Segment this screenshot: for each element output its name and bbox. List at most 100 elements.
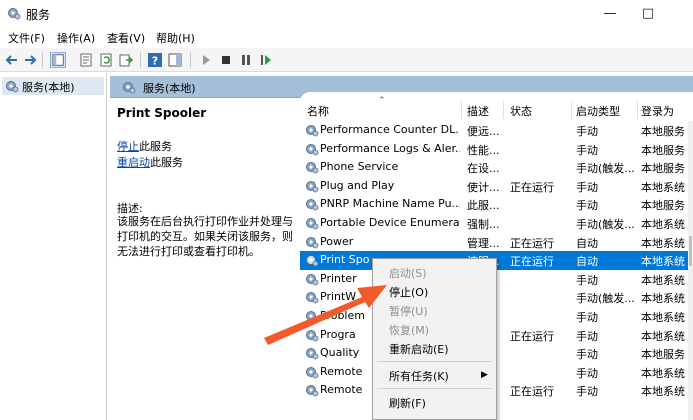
toolbar-separator <box>42 52 43 68</box>
back-icon[interactable] <box>4 52 20 68</box>
toolbar-separator <box>140 52 141 68</box>
cell-status: 正在运行 <box>510 255 554 269</box>
menu-bar: 文件(F) 操作(A) 查看(V) 帮助(H) <box>0 27 693 47</box>
menu-item-pause[interactable]: 暂停(U) <box>389 303 428 319</box>
menu-item-refresh[interactable]: 刷新(F) <box>389 395 426 411</box>
cell-description: 此服... <box>467 199 499 213</box>
scrollbar-thumb[interactable] <box>689 236 692 266</box>
table-row[interactable]: Performance Counter DL... 便远... 手动 本地服务 <box>300 121 693 140</box>
column-divider[interactable] <box>461 101 462 119</box>
properties-sheet-icon[interactable] <box>78 52 94 68</box>
export-list-icon[interactable] <box>118 52 134 68</box>
toolbar-separator <box>190 52 191 68</box>
console-tree-icon[interactable] <box>50 52 66 68</box>
service-gear-icon <box>306 273 319 286</box>
menu-item-restart[interactable]: 重新启动(E) <box>389 341 449 357</box>
stop-service-link[interactable]: 停止 <box>117 140 139 153</box>
menu-item-all-tasks[interactable]: 所有任务(K) <box>389 368 449 384</box>
cell-startup-type: 手动(触发... <box>576 162 635 176</box>
column-divider[interactable] <box>571 101 572 119</box>
cell-name: PNRP Machine Name Pu... <box>320 197 460 211</box>
services-gear-icon <box>123 82 136 94</box>
cell-startup-type: 手动 <box>576 366 598 380</box>
service-gear-icon <box>306 292 319 304</box>
cell-startup-type: 手动 <box>576 385 598 399</box>
cell-startup-type: 自动 <box>576 255 598 269</box>
stop-service-icon[interactable] <box>218 52 234 68</box>
minimize-button[interactable]: — <box>590 0 630 27</box>
service-gear-icon <box>306 199 319 211</box>
cell-startup-type: 手动 <box>576 180 598 194</box>
table-row[interactable]: Power 管理... 正在运行 自动 本地系统 <box>300 233 693 252</box>
column-description[interactable]: 描述 <box>467 103 489 119</box>
cell-description: 使计... <box>467 180 499 194</box>
column-status[interactable]: 状态 <box>510 103 532 119</box>
help-icon[interactable]: ? <box>147 52 163 68</box>
maximize-button[interactable]: □ <box>628 0 668 27</box>
table-row[interactable]: Phone Service 在设... 手动(触发... 本地服务 <box>300 158 693 177</box>
cell-description: 强制... <box>467 218 499 231</box>
cell-startup-type: 手动 <box>576 273 598 287</box>
cell-startup-type: 手动 <box>576 348 598 362</box>
description-text: 该服务在后台执行打印作业并处理与打印机的交互。如果关闭该服务，则无法进行打印或查… <box>117 215 293 258</box>
menu-separator <box>377 388 492 389</box>
context-menu: 启动(S) 停止(O) 暂停(U) 恢复(M) 重新启动(E) 所有任务(K) … <box>372 258 497 420</box>
cell-description: 在设... <box>467 162 499 176</box>
column-header-row: ⌃ 名称 描述 状态 启动类型 登录为 <box>300 96 693 121</box>
service-gear-icon <box>306 236 319 248</box>
cell-name: Phone Service <box>320 160 399 174</box>
cell-description: 便远... <box>467 125 499 138</box>
service-gear-icon <box>306 348 319 360</box>
submenu-arrow-icon: ▶ <box>481 370 488 380</box>
menu-file[interactable]: 文件(F) <box>8 30 45 46</box>
cell-log-on-as: 本地系统 <box>641 236 685 250</box>
cell-name: Plug and Play <box>320 178 395 192</box>
service-gear-icon <box>306 255 319 267</box>
column-log-on-as[interactable]: 登录为 <box>641 103 674 119</box>
column-divider[interactable] <box>637 101 638 119</box>
service-gear-icon <box>306 143 319 155</box>
pause-service-icon[interactable] <box>238 52 254 68</box>
menu-help[interactable]: 帮助(H) <box>156 30 195 46</box>
cell-log-on-as: 本地服务 <box>641 143 685 157</box>
table-row[interactable]: Performance Logs & Aler... 性能... 手动 本地服务 <box>300 140 693 159</box>
table-row[interactable]: Plug and Play 使计... 正在运行 手动 本地系统 <box>300 177 693 196</box>
forward-icon[interactable] <box>22 52 38 68</box>
stop-link-suffix: 此服务 <box>139 140 172 153</box>
maximize-icon: □ <box>641 6 655 21</box>
table-row[interactable]: Portable Device Enumera... 强制... 手动(触发... 本… <box>300 214 693 233</box>
menu-action[interactable]: 操作(A) <box>57 30 95 46</box>
cell-log-on-as: 本地系统 <box>641 180 685 194</box>
cell-log-on-as: 本地服务 <box>641 199 685 213</box>
cell-startup-type: 手动 <box>576 199 598 213</box>
show-hide-pane-icon[interactable] <box>167 52 183 68</box>
column-startup-type[interactable]: 启动类型 <box>576 103 620 119</box>
start-service-icon[interactable] <box>198 52 214 68</box>
window-title: 服务 <box>26 8 51 22</box>
tree-item-label: 服务(本地) <box>22 81 75 94</box>
menu-view[interactable]: 查看(V) <box>107 30 145 46</box>
cell-startup-type: 手动 <box>576 125 598 138</box>
cell-startup-type: 手动(触发... <box>576 292 635 306</box>
vertical-scrollbar[interactable] <box>688 121 693 420</box>
stop-link-line: 停止此服务 <box>117 138 172 154</box>
minimize-icon: — <box>603 6 617 21</box>
service-gear-icon <box>306 366 319 379</box>
service-gear-icon <box>306 385 319 397</box>
menu-item-start[interactable]: 启动(S) <box>389 265 427 281</box>
cell-name: Power <box>320 234 354 248</box>
column-divider[interactable] <box>503 101 504 119</box>
refresh-icon[interactable] <box>98 52 114 68</box>
restart-service-link[interactable]: 重启动 <box>117 156 150 169</box>
menu-item-resume[interactable]: 恢复(M) <box>389 322 429 338</box>
column-name[interactable]: 名称 <box>307 103 329 119</box>
cell-name: Performance Logs & Aler... <box>320 141 460 155</box>
tree-item-services-local[interactable]: 服务(本地) <box>2 77 104 95</box>
menu-item-stop[interactable]: 停止(O) <box>389 284 428 300</box>
restart-service-icon[interactable] <box>258 52 274 68</box>
table-row[interactable]: PNRP Machine Name Pu... 此服... 手动 本地服务 <box>300 195 693 214</box>
restart-link-line: 重启动此服务 <box>117 154 183 170</box>
service-gear-icon <box>306 180 319 193</box>
cell-startup-type: 手动(触发... <box>576 218 635 231</box>
cell-log-on-as: 本地服务 <box>641 162 685 176</box>
